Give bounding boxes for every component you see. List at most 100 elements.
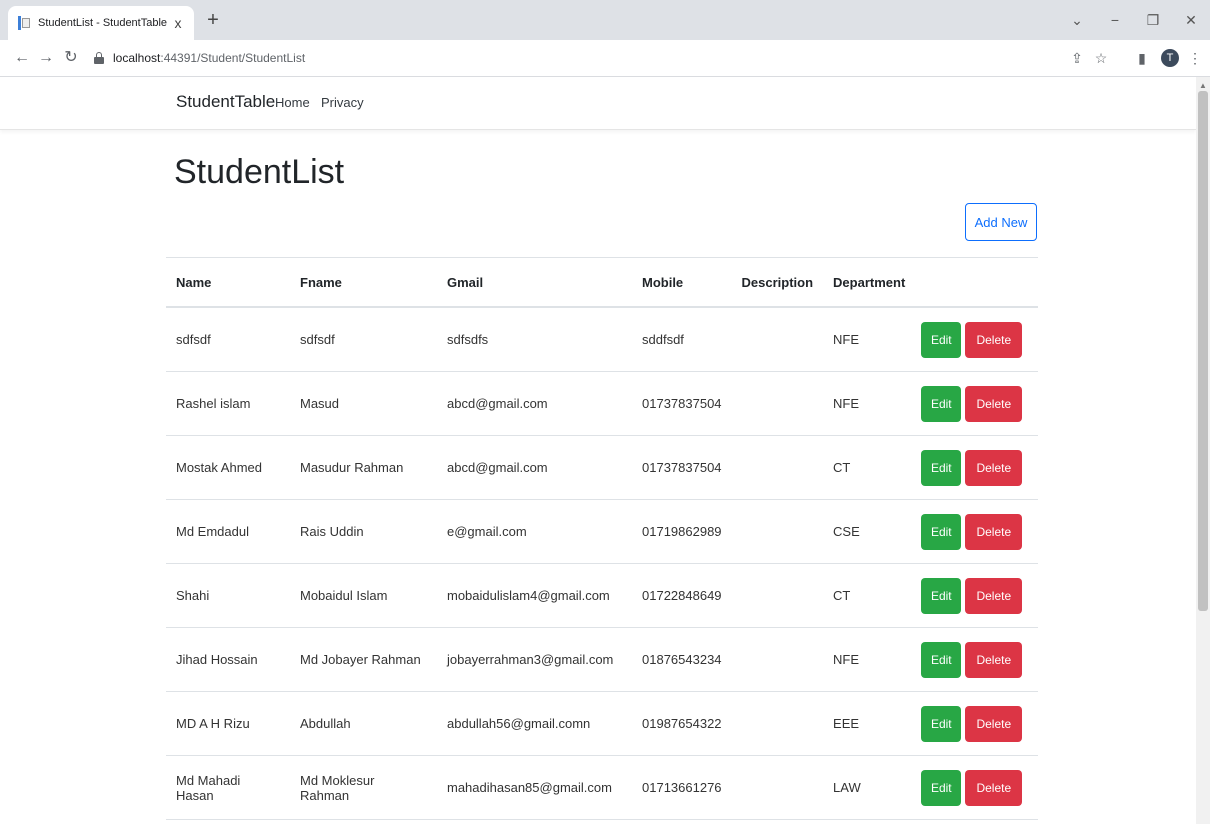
cell-gmail: jobayerrahman3@gmail.com [437, 627, 632, 692]
edit-button[interactable]: Edit [921, 385, 962, 422]
cell-gmail: e@gmail.com [437, 499, 632, 564]
edit-button[interactable]: Edit [921, 641, 962, 678]
address-bar: ← → ↻ localhost:44391/Student/StudentLis… [0, 40, 1210, 77]
cell-name: Md Mahadi Hasan [166, 755, 290, 820]
cell-name: Jihad Hossain [166, 627, 290, 692]
restore-icon[interactable]: ❐ [1134, 12, 1172, 29]
back-icon[interactable]: ← [12, 48, 32, 68]
delete-button[interactable]: Delete [965, 705, 1023, 742]
url-host: localhost [113, 51, 161, 65]
cell-mobile: 01737837504 [632, 371, 732, 436]
cell-gmail: mahadihasan85@gmail.com [437, 755, 632, 820]
window-controls: ⌄ − ❐ ✕ [1058, 0, 1210, 40]
tab-title: StudentList - StudentTable [38, 17, 168, 29]
lock-icon[interactable] [94, 52, 104, 64]
column-header-fname: Fname [290, 257, 437, 308]
cell-description [731, 499, 824, 564]
menu-kebab-icon[interactable]: ⋮ [1186, 49, 1204, 67]
cell-fname: Rais Uddin [290, 499, 437, 564]
edit-button[interactable]: Edit [921, 769, 962, 806]
delete-button[interactable]: Delete [965, 577, 1023, 614]
cell-actions: Edit Delete [915, 691, 1038, 756]
nav-link-home[interactable]: Home [275, 95, 310, 110]
cell-description [731, 691, 824, 756]
cell-department: CSE [823, 499, 916, 564]
minimize-icon[interactable]: − [1096, 12, 1134, 28]
cell-actions: Edit Delete [915, 307, 1038, 372]
delete-button[interactable]: Delete [965, 385, 1023, 422]
delete-button[interactable]: Delete [965, 641, 1023, 678]
cell-description [731, 755, 824, 820]
edit-button[interactable]: Edit [921, 513, 962, 550]
cell-gmail: abcd@gmail.com [437, 371, 632, 436]
cell-description [731, 435, 824, 500]
cell-name: MD A H Rizu [166, 691, 290, 756]
page-title: StudentList [174, 153, 345, 191]
cell-department: CT [823, 563, 916, 628]
cell-fname: Masudur Rahman [290, 435, 437, 500]
cell-name: Rashel islam [166, 371, 290, 436]
cell-gmail: sdfsdfs [437, 307, 632, 372]
table-row: Md Mahadi Hasan Md Moklesur Rahman mahadih… [166, 755, 1038, 820]
cell-actions: Edit Delete [915, 435, 1038, 500]
cell-mobile: 01876543234 [632, 627, 732, 692]
cell-fname: sdfsdf [290, 307, 437, 372]
cell-mobile: 01737837504 [632, 435, 732, 500]
column-header-gmail: Gmail [437, 257, 632, 308]
cell-gmail: mobaidulislam4@gmail.com [437, 563, 632, 628]
share-icon[interactable]: ⇪ [1068, 49, 1086, 67]
cell-mobile: 01713661276 [632, 755, 732, 820]
delete-button[interactable]: Delete [965, 321, 1023, 358]
tab-search-icon[interactable]: ⌄ [1058, 12, 1096, 29]
url-field[interactable]: localhost:44391/Student/StudentList [113, 51, 305, 65]
close-window-icon[interactable]: ✕ [1172, 12, 1210, 29]
bookmark-star-icon[interactable]: ☆ [1092, 49, 1110, 67]
column-header-name: Name [166, 257, 290, 308]
edit-button[interactable]: Edit [921, 705, 962, 742]
cell-department: NFE [823, 371, 916, 436]
delete-button[interactable]: Delete [965, 513, 1023, 550]
forward-icon[interactable]: → [36, 48, 56, 68]
table-body: sdfsdf sdfsdf sdfsdfs sddfsdf NFE Edit Delete R… [166, 307, 1038, 820]
edit-button[interactable]: Edit [921, 449, 962, 486]
page-viewport: StudentTable Home Privacy StudentList Ad… [0, 77, 1210, 824]
table-row: Jihad Hossain Md Jobayer Rahman jobayerrah… [166, 627, 1038, 692]
add-new-button[interactable]: Add New [965, 203, 1037, 241]
cell-actions: Edit Delete [915, 499, 1038, 564]
tab-close-icon[interactable]: x [168, 15, 188, 31]
cell-department: NFE [823, 627, 916, 692]
url-path: :44391/Student/StudentList [160, 51, 306, 65]
table-row: Mostak Ahmed Masudur Rahman abcd@gmail.com… [166, 435, 1038, 500]
site-navbar: StudentTable Home Privacy [0, 77, 1196, 130]
cell-department: NFE [823, 307, 916, 372]
reload-icon[interactable]: ↻ [61, 48, 81, 68]
nav-link-privacy[interactable]: Privacy [321, 95, 364, 110]
cell-gmail: abdullah56@gmail.comn [437, 691, 632, 756]
cell-fname: Mobaidul Islam [290, 563, 437, 628]
table-row: sdfsdf sdfsdf sdfsdfs sddfsdf NFE Edit Delete [166, 307, 1038, 372]
edit-button[interactable]: Edit [921, 321, 962, 358]
table-row: Md Emdadul Rais Uddin e@gmail.com 017198629… [166, 499, 1038, 564]
scroll-up-icon[interactable]: ▲ [1199, 81, 1207, 90]
cell-fname: Masud [290, 371, 437, 436]
cell-mobile: 01719862989 [632, 499, 732, 564]
page-scrollbar[interactable]: ▲ [1196, 77, 1210, 824]
cell-actions: Edit Delete [915, 563, 1038, 628]
cell-mobile: sddfsdf [632, 307, 732, 372]
table-header-row: Name Fname Gmail Mobile Description Depa… [166, 257, 1038, 308]
navbar-brand[interactable]: StudentTable [176, 92, 275, 112]
edit-button[interactable]: Edit [921, 577, 962, 614]
cell-actions: Edit Delete [915, 627, 1038, 692]
side-panel-icon[interactable]: ▮ [1133, 49, 1151, 67]
cell-fname: Md Moklesur Rahman [290, 755, 437, 820]
scrollbar-thumb[interactable] [1198, 91, 1208, 611]
browser-tab[interactable]: StudentList - StudentTable x [8, 6, 194, 40]
cell-actions: Edit Delete [915, 371, 1038, 436]
new-tab-button[interactable]: + [202, 10, 224, 30]
delete-button[interactable]: Delete [965, 769, 1023, 806]
cell-description [731, 371, 824, 436]
cell-description [731, 307, 824, 372]
profile-avatar[interactable]: T [1161, 49, 1179, 67]
delete-button[interactable]: Delete [965, 449, 1023, 486]
table-row: MD A H Rizu Abdullah abdullah56@gmail.comn… [166, 691, 1038, 756]
